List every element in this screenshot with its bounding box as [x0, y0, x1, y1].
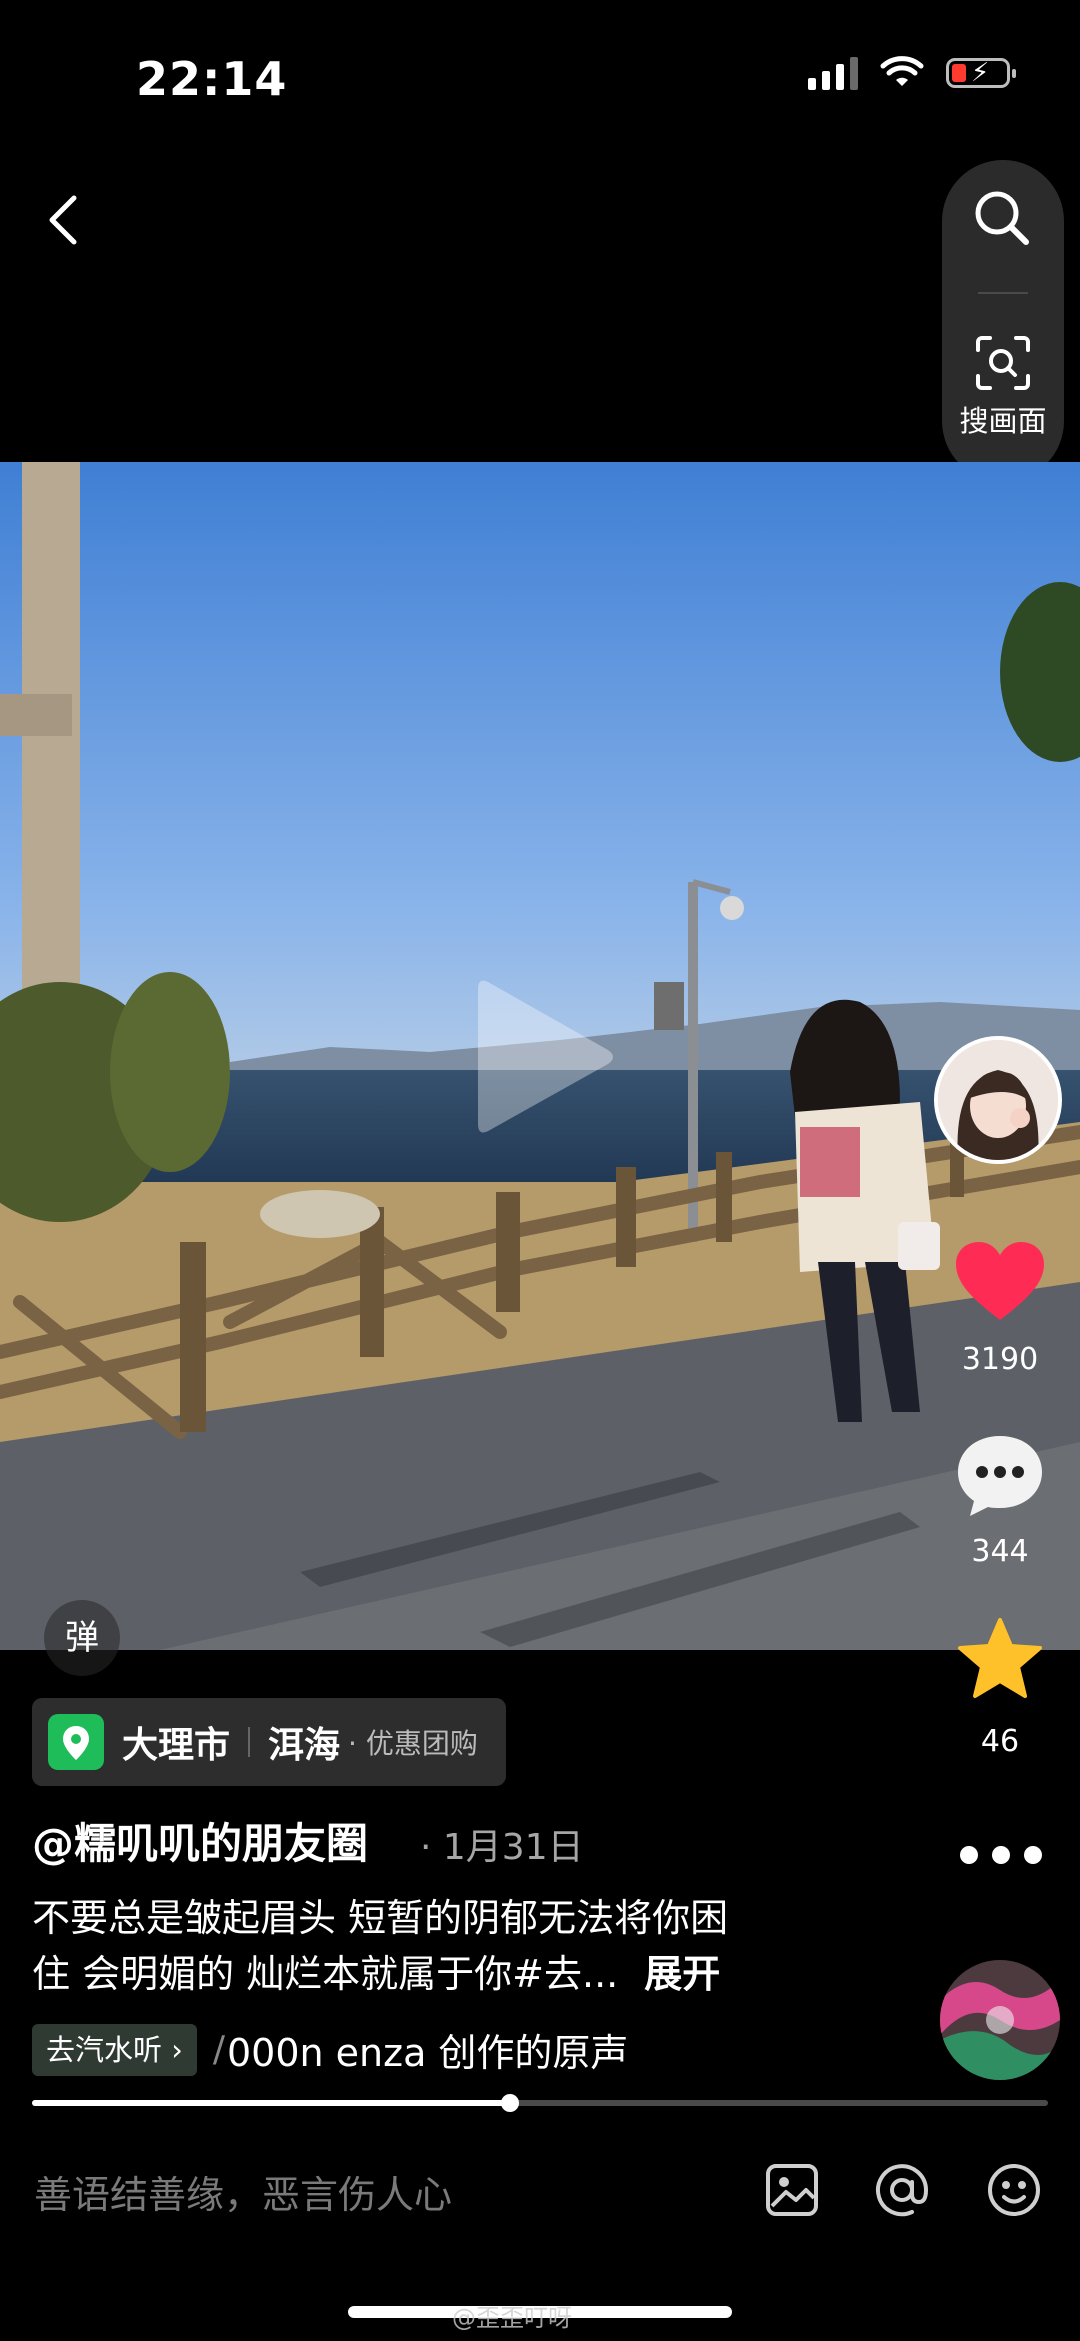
music-disc[interactable]: [940, 1960, 1060, 2080]
image-icon[interactable]: [762, 2160, 822, 2220]
post-description: 不要总是皱起眉头 短暂的阴郁无法将你困 住 会明媚的 灿烂本就属于你#去... 展…: [32, 1890, 892, 2002]
battery-icon: ⚡: [946, 58, 1016, 88]
comment-count: 344: [971, 1534, 1029, 1569]
music-cover-image: [940, 1960, 1060, 2080]
post-date: · 1月31日: [420, 1827, 584, 1868]
search-icon[interactable]: [970, 186, 1034, 250]
location-pin-icon: [48, 1714, 104, 1770]
music-row[interactable]: 去汽水听 › / 000n enza 创作的原声: [32, 2022, 628, 2077]
emoji-icon[interactable]: [984, 2160, 1044, 2220]
search-frame-label[interactable]: 搜画面: [942, 398, 1064, 440]
progress-fill: [32, 2100, 510, 2106]
location-divider: [248, 1727, 251, 1757]
music-separator: /: [212, 2029, 225, 2070]
location-pill[interactable]: 大理市 洱海 · 优惠团购: [32, 1698, 506, 1786]
favorite-count: 46: [980, 1724, 1020, 1759]
location-deal: · 优惠团购: [348, 1727, 478, 1760]
avatar-image: [938, 1040, 1058, 1160]
wifi-icon: [880, 56, 924, 86]
soda-listen-tag[interactable]: 去汽水听 ›: [32, 2023, 197, 2076]
location-place: 洱海: [268, 1725, 341, 1766]
panel-divider: [978, 292, 1028, 294]
back-button[interactable]: [40, 190, 90, 250]
progress-knob[interactable]: [500, 2094, 519, 2112]
description-line-1: 不要总是皱起眉头 短暂的阴郁无法将你困: [32, 1896, 729, 1940]
description-line-2: 住 会明媚的 灿烂本就属于你#去... 展开: [32, 1946, 892, 2002]
like-count: 3190: [961, 1342, 1039, 1377]
expand-button[interactable]: 展开: [644, 1952, 720, 1996]
image-search-icon[interactable]: [974, 334, 1032, 392]
favorite-star-icon[interactable]: [956, 1616, 1044, 1702]
comment-input[interactable]: 善语结善缘，恶言伤人心: [34, 2164, 452, 2219]
like-icon[interactable]: [954, 1240, 1046, 1324]
watermark: @歪歪叮呀: [452, 2304, 572, 2332]
comment-icon[interactable]: [954, 1432, 1046, 1520]
danmaku-toggle-button[interactable]: 弹: [44, 1600, 120, 1676]
status-time: 22:14: [136, 52, 288, 106]
author-avatar[interactable]: [934, 1036, 1062, 1164]
status-icons: ⚡: [808, 56, 1016, 90]
more-options-icon[interactable]: [956, 1842, 1046, 1868]
play-icon[interactable]: [468, 972, 618, 1142]
description-text: 住 会明媚的 灿烂本就属于你#去...: [32, 1952, 619, 1996]
signal-icon: [808, 56, 858, 90]
music-title: 000n enza 创作的原声: [226, 2031, 629, 2075]
mention-icon[interactable]: [872, 2160, 932, 2220]
author-name[interactable]: @糯叽叽的朋友圈: [32, 1810, 368, 1871]
location-city: 大理市: [122, 1725, 231, 1766]
